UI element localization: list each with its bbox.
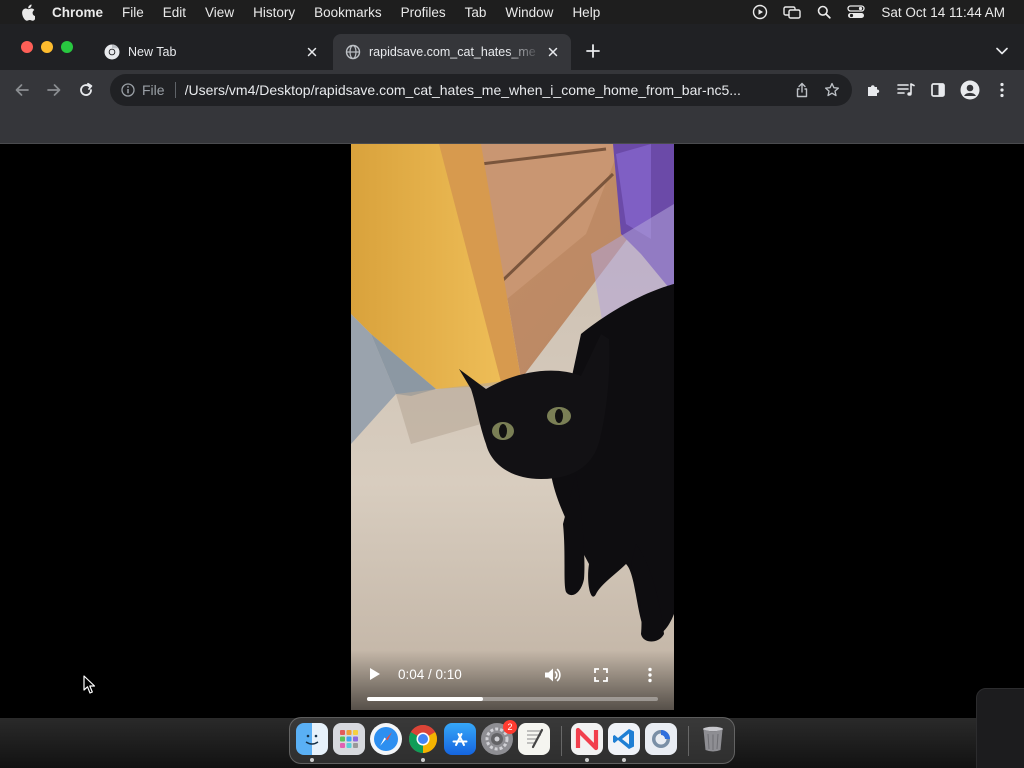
video-more-options-icon[interactable] xyxy=(642,666,658,684)
video-progress-fill xyxy=(367,697,484,701)
window-minimize-button[interactable] xyxy=(41,41,53,53)
chrome-toolbar: File /Users/vm4/Desktop/rapidsave.com_ca… xyxy=(0,70,1024,110)
tab-search-chevron-down-icon[interactable] xyxy=(994,43,1010,59)
finder-icon[interactable] xyxy=(296,723,328,755)
side-panel-icon[interactable] xyxy=(927,79,949,101)
address-divider xyxy=(174,82,176,98)
forward-arrow-icon[interactable] xyxy=(43,79,65,101)
tab-rapidsave-video[interactable]: rapidsave.com_cat_hates_me xyxy=(333,34,571,70)
reload-icon[interactable] xyxy=(75,79,97,101)
back-arrow-icon[interactable] xyxy=(11,79,33,101)
vscode-icon[interactable] xyxy=(608,723,640,755)
screen-recording-icon[interactable] xyxy=(751,3,769,21)
launchpad-icon[interactable] xyxy=(333,723,365,755)
site-info-icon[interactable] xyxy=(120,82,136,98)
menu-help[interactable]: Help xyxy=(572,5,600,20)
menu-edit[interactable]: Edit xyxy=(163,5,186,20)
menu-app-chrome[interactable]: Chrome xyxy=(52,5,103,20)
tab-close-icon[interactable] xyxy=(545,44,561,60)
address-bar[interactable]: File /Users/vm4/Desktop/rapidsave.com_ca… xyxy=(110,74,852,106)
dock-divider xyxy=(688,726,689,756)
video-progress-track[interactable] xyxy=(367,697,658,701)
bookmarks-bar xyxy=(0,110,1024,144)
window-zoom-button[interactable] xyxy=(61,41,73,53)
extensions-puzzle-icon[interactable] xyxy=(863,79,885,101)
address-url-text[interactable]: /Users/vm4/Desktop/rapidsave.com_cat_hat… xyxy=(185,82,792,98)
fullscreen-icon[interactable] xyxy=(593,667,609,683)
media-controls-icon[interactable] xyxy=(895,79,917,101)
menu-profiles[interactable]: Profiles xyxy=(401,5,446,20)
tab-title: rapidsave.com_cat_hates_me xyxy=(369,45,536,59)
video-time-display: 0:04 / 0:10 xyxy=(398,667,462,682)
textedit-icon[interactable] xyxy=(518,723,550,755)
bookmark-star-icon[interactable] xyxy=(822,80,842,100)
play-icon[interactable] xyxy=(367,666,383,682)
dock-divider xyxy=(561,726,562,756)
proxyman-icon[interactable] xyxy=(645,723,677,755)
safari-icon[interactable] xyxy=(370,723,402,755)
page-content: 0:04 / 0:10 xyxy=(0,144,1024,718)
running-indicator xyxy=(585,758,589,762)
chrome-icon xyxy=(104,44,120,60)
menu-view[interactable]: View xyxy=(205,5,234,20)
video-frame-cat xyxy=(351,144,674,710)
running-indicator xyxy=(310,758,314,762)
spotlight-search-icon[interactable] xyxy=(815,3,833,21)
news-icon[interactable] xyxy=(571,723,603,755)
profile-avatar-icon[interactable] xyxy=(959,79,981,101)
tab-close-icon[interactable] xyxy=(304,44,320,60)
app-store-icon[interactable] xyxy=(444,723,476,755)
screen-mirroring-icon[interactable] xyxy=(783,3,802,21)
window-close-button[interactable] xyxy=(21,41,33,53)
control-center-icon[interactable] xyxy=(847,3,866,21)
share-icon[interactable] xyxy=(792,80,812,100)
running-indicator xyxy=(421,758,425,762)
menubar-clock[interactable]: Sat Oct 14 11:44 AM xyxy=(881,5,1005,20)
new-tab-plus-icon[interactable] xyxy=(583,41,603,61)
mouse-cursor-icon xyxy=(83,675,96,694)
globe-icon xyxy=(345,44,361,60)
video-controls: 0:04 / 0:10 xyxy=(351,650,674,710)
macos-menu-bar: Chrome File Edit View History Bookmarks … xyxy=(0,0,1024,24)
chrome-icon[interactable] xyxy=(407,723,439,755)
menu-file[interactable]: File xyxy=(122,5,144,20)
menu-history[interactable]: History xyxy=(253,5,295,20)
running-indicator xyxy=(622,758,626,762)
macos-dock: 2 xyxy=(289,717,735,764)
chrome-menu-kebab-icon[interactable] xyxy=(991,79,1013,101)
tab-new-tab[interactable]: New Tab xyxy=(92,34,330,70)
notification-badge: 2 xyxy=(503,720,517,734)
desktop-widget xyxy=(976,688,1024,768)
chrome-tab-strip: New Tab rapidsave.com_cat_hates_me xyxy=(0,24,1024,70)
menu-bookmarks[interactable]: Bookmarks xyxy=(314,5,382,20)
menu-tab[interactable]: Tab xyxy=(465,5,487,20)
apple-logo-icon[interactable] xyxy=(18,0,38,24)
system-settings-icon[interactable]: 2 xyxy=(481,720,517,755)
tab-title: New Tab xyxy=(128,45,177,59)
trash-icon[interactable] xyxy=(697,723,729,755)
address-scheme-label: File xyxy=(142,82,165,98)
video-player[interactable]: 0:04 / 0:10 xyxy=(351,144,674,710)
menu-window[interactable]: Window xyxy=(505,5,553,20)
volume-icon[interactable] xyxy=(544,666,562,684)
